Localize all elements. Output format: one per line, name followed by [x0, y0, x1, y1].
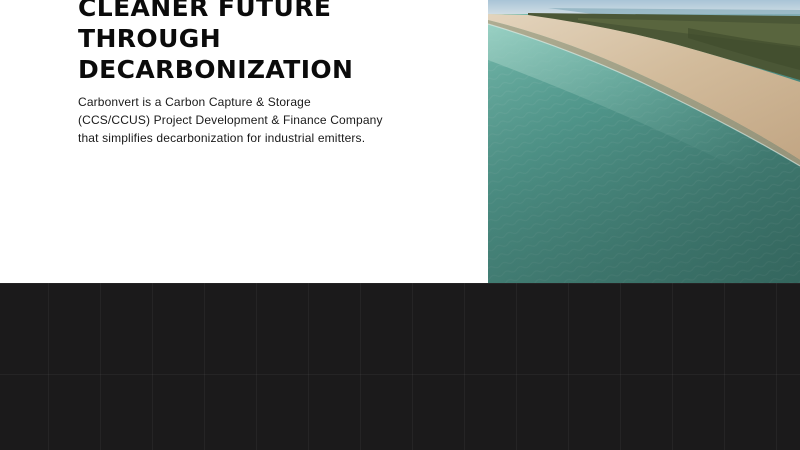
coastline-photo — [488, 0, 800, 283]
headline-line-2: THROUGH — [78, 24, 222, 53]
hero-text-block: CLEANER FUTURE THROUGH DECARBONIZATION C… — [78, 0, 408, 147]
dark-grid-section — [0, 283, 800, 450]
hero-description: Carbonvert is a Carbon Capture & Storage… — [78, 95, 383, 145]
headline-line-1: CLEANER FUTURE — [78, 0, 332, 22]
hero-headline: CLEANER FUTURE THROUGH DECARBONIZATION — [78, 0, 408, 85]
hero-section: CLEANER FUTURE THROUGH DECARBONIZATION C… — [0, 0, 800, 283]
headline-line-3: DECARBONIZATION — [78, 55, 354, 84]
coastline-photo-graphic — [488, 0, 800, 283]
